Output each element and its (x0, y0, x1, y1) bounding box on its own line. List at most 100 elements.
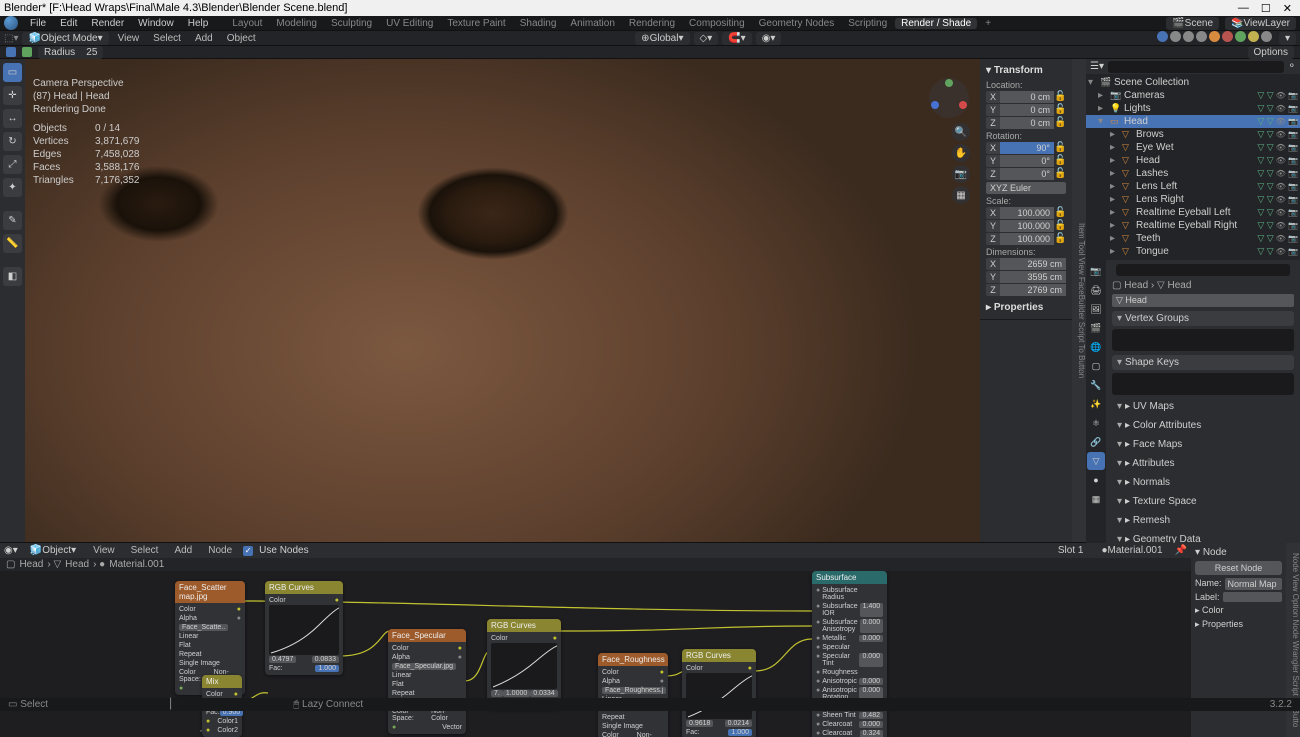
mesh-name-field[interactable]: ▽ Head (1112, 294, 1294, 307)
props-section-face-maps[interactable]: ▸ Face Maps (1112, 437, 1294, 452)
properties-header[interactable]: ▸ Properties (986, 300, 1066, 315)
camera-icon[interactable]: 📷 (952, 165, 970, 183)
viewlayer-selector[interactable]: 📚 ViewLayer (1225, 17, 1296, 30)
outliner-item-cameras[interactable]: ▸📷Cameras▽ ▽👁 📷 (1086, 89, 1300, 102)
select-menu[interactable]: Select (148, 33, 186, 44)
outliner-item-lashes[interactable]: ▸▽Lashes▽ ▽👁 📷 (1086, 167, 1300, 180)
tab-viewlayer[interactable]: 🖼 (1087, 300, 1105, 318)
outliner-root[interactable]: ▾🎬Scene Collection (1086, 76, 1300, 89)
bsdf-anisotropic[interactable]: ●Anisotropic0.000 (816, 677, 883, 686)
material-selector[interactable]: ● Material.001 (1095, 544, 1168, 557)
props-section-uv-maps[interactable]: ▸ UV Maps (1112, 399, 1294, 414)
bsdf-subsurface-anisotropy[interactable]: ●Subsurface Anisotropy0.000 (816, 618, 883, 634)
maximize-button[interactable]: ☐ (1261, 2, 1271, 15)
scale-x-field[interactable]: 100.000 (1000, 207, 1054, 219)
annotate-color[interactable] (6, 47, 16, 57)
3d-viewport[interactable]: Camera Perspective (87) Head | Head Rend… (25, 59, 980, 542)
bsdf-specular[interactable]: ●Specular (816, 643, 883, 652)
add-menu[interactable]: Add (190, 33, 218, 44)
workspace-tab-animation[interactable]: Animation (564, 18, 620, 29)
node-name-field[interactable]: Normal Map (1225, 578, 1282, 590)
shading-mode-3[interactable] (1196, 31, 1207, 42)
tab-render[interactable]: 📷 (1087, 262, 1105, 280)
ne-add-menu[interactable]: Add (169, 545, 197, 556)
node-rgb-curves-1[interactable]: RGB Curves Color● 0.47970.0833 Fac:1.000 (265, 581, 343, 675)
workspace-tab-rendering[interactable]: Rendering (623, 18, 681, 29)
node-props-header[interactable]: Properties (1202, 619, 1243, 629)
rot-x-field[interactable]: 90° (1000, 142, 1054, 154)
menu-render[interactable]: Render (85, 18, 130, 29)
bsdf-metallic[interactable]: ●Metallic0.000 (816, 634, 883, 643)
dim-y-field[interactable]: 3595 cm (1000, 271, 1066, 283)
tool-transform[interactable]: ✦ (3, 178, 22, 197)
outliner-item-eye-wet[interactable]: ▸▽Eye Wet▽ ▽👁 📷 (1086, 141, 1300, 154)
view-menu[interactable]: View (113, 33, 145, 44)
shading-mode-0[interactable] (1157, 31, 1168, 42)
node-color-header[interactable]: Color (1202, 605, 1224, 615)
loc-z-field[interactable]: 0 cm (1000, 117, 1054, 129)
shading-mode-2[interactable] (1183, 31, 1194, 42)
node-canvas[interactable]: Face_Scatter map.jpg Color● Alpha● Face_… (0, 571, 1191, 737)
workspace-tab-shading[interactable]: Shading (514, 18, 563, 29)
tab-physics[interactable]: ⚛ (1087, 414, 1105, 432)
tab-output[interactable]: 🖨 (1087, 281, 1105, 299)
menu-file[interactable]: File (24, 18, 52, 29)
tool-cursor[interactable]: ✛ (3, 86, 22, 105)
tab-modifiers[interactable]: 🔧 (1087, 376, 1105, 394)
navigation-gizmo-icon[interactable] (928, 77, 970, 119)
outliner-item-head[interactable]: ▸▽Head▽ ▽👁 📷 (1086, 154, 1300, 167)
tab-world[interactable]: 🌐 (1087, 338, 1105, 356)
props-search-input[interactable] (1116, 264, 1290, 276)
workspace-tab-rendershade[interactable]: Render / Shade (895, 18, 977, 29)
scale-z-field[interactable]: 100.000 (1000, 233, 1054, 245)
node-principled-bsdf[interactable]: Subsurface ●Subsurface Radius●Subsurface… (812, 571, 887, 737)
outliner-item-teeth[interactable]: ▸▽Teeth▽ ▽👁 📷 (1086, 232, 1300, 245)
props-section-attributes[interactable]: ▸ Attributes (1112, 456, 1294, 471)
loc-y-field[interactable]: 0 cm (1000, 104, 1054, 116)
props-section-remesh[interactable]: ▸ Remesh (1112, 513, 1294, 528)
shading-mode-7[interactable] (1248, 31, 1259, 42)
menu-help[interactable]: Help (182, 18, 215, 29)
bsdf-sheen-tint[interactable]: ●Sheen Tint0.482 (816, 711, 883, 720)
ne-node-menu[interactable]: Node (203, 545, 237, 556)
tab-material[interactable]: ● (1087, 471, 1105, 489)
node-image-texture-specular[interactable]: Face_Specular Color● Alpha● Face_Specula… (388, 629, 466, 734)
props-section-vertex-groups[interactable]: Vertex Groups (1112, 311, 1294, 351)
shading-mode-1[interactable] (1170, 31, 1181, 42)
workspace-tab-texturepaint[interactable]: Texture Paint (441, 18, 511, 29)
zoom-icon[interactable]: 🔍 (952, 123, 970, 141)
outliner-search-input[interactable] (1108, 61, 1284, 73)
loc-x-field[interactable]: 0 cm (1000, 91, 1054, 103)
editor-type-icon[interactable]: ◉▾ (4, 545, 18, 556)
bsdf-roughness[interactable]: ●Roughness (816, 668, 883, 677)
tab-particles[interactable]: ✨ (1087, 395, 1105, 413)
tool-annotate[interactable]: ✎ (3, 211, 22, 230)
workspace-tab-compositing[interactable]: Compositing (683, 18, 751, 29)
shading-mode-6[interactable] (1235, 31, 1246, 42)
workspace-tab-scripting[interactable]: Scripting (842, 18, 893, 29)
outliner-item-realtime-eyeball-left[interactable]: ▸▽Realtime Eyeball Left▽ ▽👁 📷 (1086, 206, 1300, 219)
props-section-shape-keys[interactable]: Shape Keys (1112, 355, 1294, 395)
shading-options[interactable]: ▾ (1279, 32, 1296, 45)
dim-z-field[interactable]: 2769 cm (1000, 284, 1066, 296)
pan-icon[interactable]: ✋ (952, 144, 970, 162)
outliner-item-head[interactable]: ▾▭Head▽ ▽👁 📷 (1086, 115, 1300, 128)
node-mode[interactable]: 🧊 Object ▾ (24, 544, 82, 557)
shading-mode-4[interactable] (1209, 31, 1220, 42)
outliner-item-lens-right[interactable]: ▸▽Lens Right▽ ▽👁 📷 (1086, 193, 1300, 206)
workspace-tab-[interactable]: + (979, 18, 997, 29)
bsdf-clearcoat-roughness[interactable]: ●Clearcoat Roughness0.324 (816, 729, 883, 737)
shading-mode-5[interactable] (1222, 31, 1233, 42)
tab-texture[interactable]: ▦ (1087, 490, 1105, 508)
node-panel-header[interactable]: Node (1203, 547, 1227, 558)
proportional-edit[interactable]: ◉▾ (756, 32, 782, 45)
props-section-color-attributes[interactable]: ▸ Color Attributes (1112, 418, 1294, 433)
pivot-selector[interactable]: ◇▾ (694, 32, 719, 45)
outliner-item-realtime-eyeball-right[interactable]: ▸▽Realtime Eyeball Right▽ ▽👁 📷 (1086, 219, 1300, 232)
tab-mesh-data[interactable]: ▽ (1087, 452, 1105, 470)
tab-constraints[interactable]: 🔗 (1087, 433, 1105, 451)
close-button[interactable]: ✕ (1283, 2, 1292, 15)
use-nodes-checkbox[interactable]: ✓ (243, 546, 253, 556)
slot-selector[interactable]: Slot 1 (1052, 544, 1090, 557)
reset-node-button[interactable]: Reset Node (1195, 561, 1282, 575)
